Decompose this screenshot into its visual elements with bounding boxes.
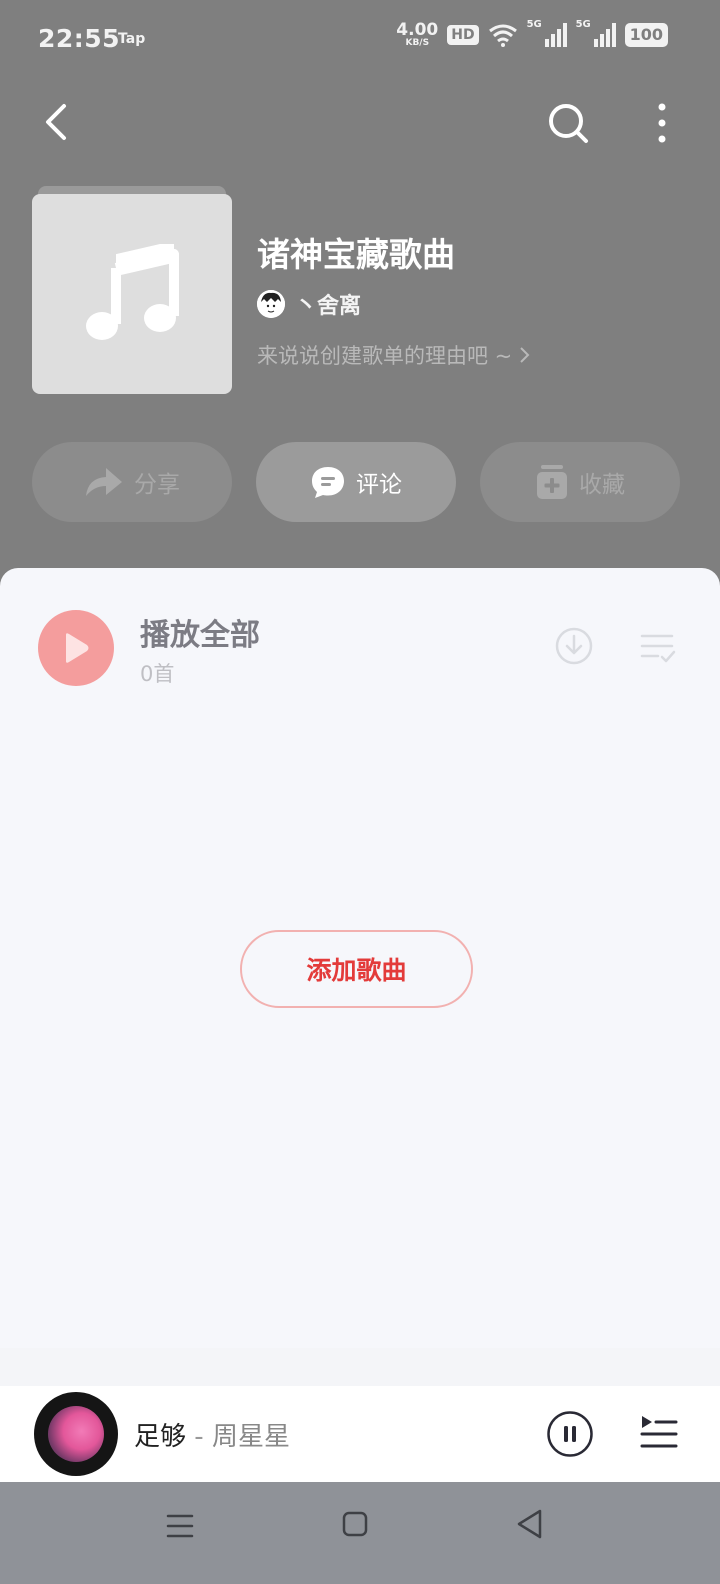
play-all-label[interactable]: 播放全部 [140,610,260,654]
more-options-icon[interactable] [650,101,674,145]
signal-sim1-icon: 5G [527,19,567,47]
battery-indicator: 100 [624,23,668,47]
status-tap-label: Tap [118,31,146,47]
playlist-title: 诸神宝藏歌曲 [257,235,455,274]
multi-select-icon[interactable] [640,630,676,666]
playlist-description[interactable]: 来说说创建歌单的理由吧 ~ [257,340,532,370]
creator-name[interactable]: 丶舍离 [295,288,361,320]
sim2-network-label: 5G [575,19,591,30]
recent-apps-icon[interactable] [166,1512,194,1540]
network-speed-value: 4.00 [396,20,439,40]
network-speed: 4.00 KB/S [396,22,438,48]
comment-label: 评论 [356,472,402,498]
pause-icon[interactable] [546,1410,594,1458]
playlist-queue-icon[interactable] [640,1414,678,1452]
collect-label: 收藏 [579,472,625,498]
mini-player[interactable]: 足够 - 周星星 [0,1386,720,1482]
system-navigation-bar [0,1482,720,1584]
play-all-button[interactable] [38,610,114,686]
system-back-icon[interactable] [515,1508,545,1540]
collect-add-icon [537,465,567,499]
description-text: 来说说创建歌单的理由吧 ~ [257,344,513,368]
collect-button[interactable]: 收藏 [480,442,680,522]
play-icon [66,633,89,663]
song-list-panel-footer [0,1348,720,1386]
add-song-button[interactable]: 添加歌曲 [240,930,473,1008]
sim1-network-label: 5G [526,19,542,30]
playlist-creator[interactable]: 丶舍离 [257,288,361,320]
now-playing-separator: - [186,1422,212,1452]
share-arrow-icon [86,468,122,496]
status-indicators: 4.00 KB/S HD 5G 5G 100 [396,19,668,48]
share-button[interactable]: 分享 [32,442,232,522]
music-note-icon [86,244,179,340]
status-bar: 22:55 Tap 4.00 KB/S HD 5G 5G 100 [0,0,720,80]
wifi-icon [488,24,517,47]
home-icon[interactable] [341,1510,369,1538]
signal-sim2-icon: 5G [576,19,616,47]
chevron-right-icon [520,347,530,363]
download-icon[interactable] [554,626,594,666]
now-playing-text[interactable]: 足够 - 周星星 [134,1416,290,1453]
search-icon[interactable] [546,101,590,145]
share-label: 分享 [134,472,180,498]
now-playing-artist: 周星星 [211,1422,290,1452]
song-count: 0首 [140,662,175,686]
comment-button[interactable]: 评论 [256,442,456,522]
avatar[interactable] [257,290,285,318]
hd-badge: HD [447,25,479,45]
now-playing-song: 足够 [134,1422,187,1452]
now-playing-disc[interactable] [34,1392,118,1476]
playlist-cover[interactable] [32,194,232,394]
album-art [48,1406,104,1462]
network-speed-unit: KB/S [405,38,430,48]
back-arrow-icon[interactable] [36,100,80,144]
status-time: 22:55 [38,24,121,53]
comment-bubble-icon [312,467,344,498]
